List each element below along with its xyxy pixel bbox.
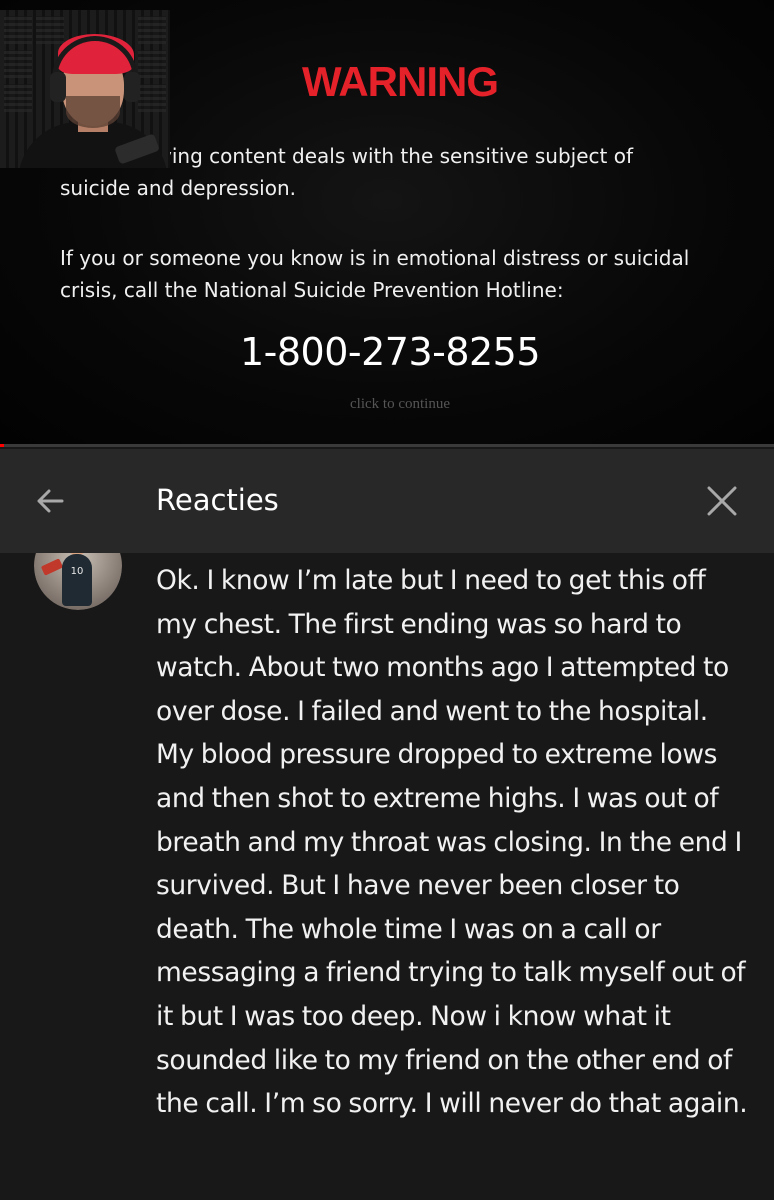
video-progress-bar[interactable]	[0, 444, 774, 447]
video-progress-fill	[0, 444, 4, 447]
acoustic-panel	[36, 16, 64, 44]
arrow-left-icon	[37, 489, 64, 513]
avatar-jersey-number: 10	[70, 566, 84, 577]
webcam-overlay	[0, 10, 170, 168]
comment-body: Ok. I know I’m late but I need to get th…	[156, 565, 748, 1120]
hotline-number: 1-800-273-8255	[239, 330, 541, 374]
comments-header: Reacties	[0, 449, 774, 553]
panel-title: Reacties	[156, 483, 279, 517]
acoustic-panel	[138, 16, 166, 44]
acoustic-panel	[4, 16, 32, 44]
streamer-beard	[66, 96, 120, 128]
avatar[interactable]: 10	[34, 553, 122, 610]
avatar-accent	[40, 558, 64, 576]
close-button[interactable]	[694, 473, 750, 529]
avatar-figure	[62, 554, 92, 606]
acoustic-panel	[4, 84, 32, 112]
click-to-continue[interactable]: click to continue	[300, 396, 500, 413]
video-player[interactable]: WARNING ving content deals with the sens…	[0, 0, 774, 446]
headphone-right	[124, 72, 140, 102]
acoustic-panel	[4, 50, 32, 78]
acoustic-panel	[138, 84, 166, 112]
warning-title: WARNING	[302, 58, 499, 105]
comment-list[interactable]: 10 Ok. I know I’m late but I need to get…	[0, 553, 774, 1200]
acoustic-panel	[138, 50, 166, 78]
headphone-left	[50, 72, 66, 102]
back-button[interactable]	[22, 473, 78, 529]
avatar-image: 10	[34, 553, 122, 610]
close-icon	[707, 486, 737, 516]
hotline-message: If you or someone you know is in emotion…	[60, 246, 690, 302]
